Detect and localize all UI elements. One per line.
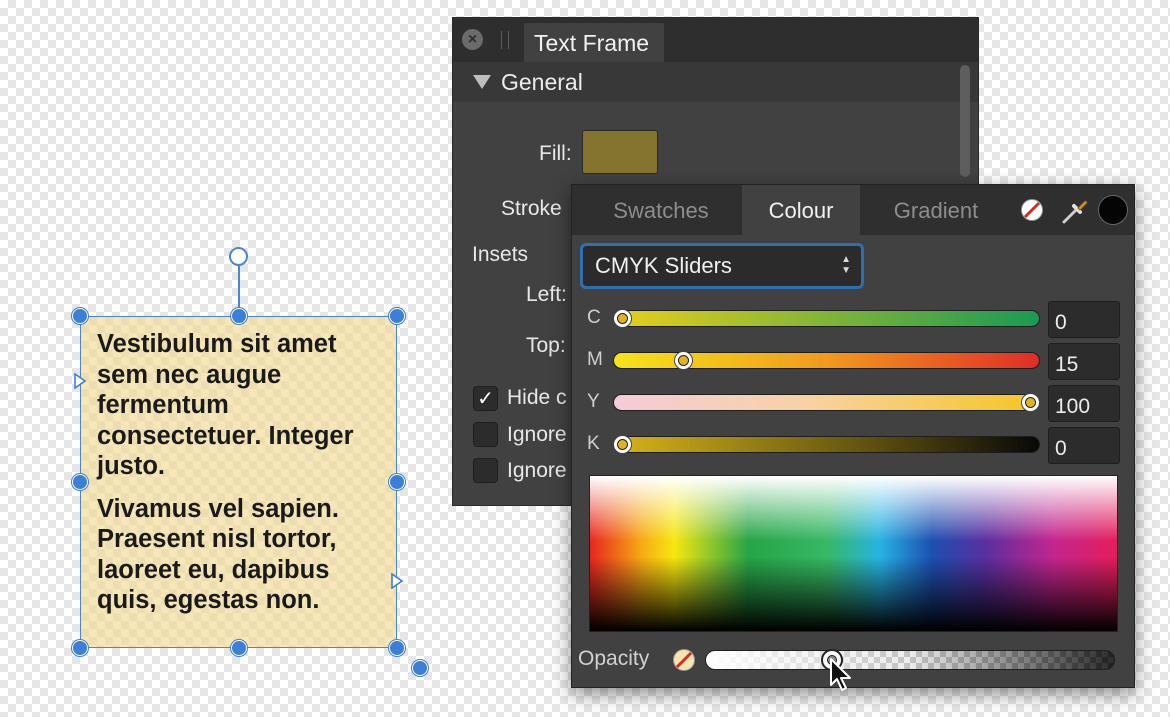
slider-c-track[interactable] <box>613 310 1040 327</box>
slider-m-value[interactable]: 15 <box>1048 343 1120 380</box>
panel-titlebar: × Text Frame <box>453 18 978 62</box>
slider-c-thumb[interactable] <box>613 309 632 328</box>
tab-swatches[interactable]: Swatches <box>586 185 736 235</box>
slider-m-letter: M <box>587 349 603 370</box>
colour-popover-tabs: Swatches Colour Gradient <box>572 185 1134 235</box>
selection-handle-top-left[interactable] <box>72 308 88 324</box>
mouse-pointer-icon <box>829 657 855 693</box>
opacity-no-fill-icon[interactable] <box>672 648 696 672</box>
selection-handle-middle-left[interactable] <box>72 474 88 490</box>
colour-spectrum-picker[interactable] <box>589 475 1118 632</box>
slider-y-value[interactable]: 100 <box>1048 385 1120 422</box>
slider-y-track[interactable] <box>613 394 1040 411</box>
scrollbar-thumb[interactable] <box>960 65 970 177</box>
hide-checkbox-label: Hide c <box>507 386 567 409</box>
fill-label: Fill: <box>539 142 572 165</box>
stroke-label: Stroke <box>501 197 562 220</box>
current-colour-swatch[interactable] <box>1098 195 1128 225</box>
section-general[interactable]: General <box>453 62 978 102</box>
eyedropper-icon[interactable] <box>1060 194 1090 226</box>
slider-c-value[interactable]: 0 <box>1048 301 1120 338</box>
colour-mode-value: CMYK Sliders <box>595 253 732 278</box>
tab-gradient[interactable]: Gradient <box>866 185 1006 235</box>
tab-text-frame[interactable]: Text Frame <box>524 23 664 62</box>
ignore-checkbox-2[interactable] <box>473 458 498 483</box>
selection-handle-bottom-center[interactable] <box>231 640 247 656</box>
panel-scrollbar[interactable] <box>957 62 973 187</box>
inset-left-label: Left: <box>526 283 567 306</box>
colour-popover: Swatches Colour Gradient CMYK Sliders ▲ ▼… <box>571 184 1135 691</box>
selection-handle-bottom-left[interactable] <box>72 640 88 656</box>
slider-k-letter: K <box>587 433 600 454</box>
selection-handle-top-center[interactable] <box>231 308 247 324</box>
disclosure-triangle-icon <box>473 75 491 89</box>
text-frame[interactable]: Vestibulum sit amet sem nec augue fermen… <box>80 316 397 648</box>
select-arrows-icon: ▲ ▼ <box>841 254 851 276</box>
close-icon[interactable]: × <box>462 29 483 50</box>
selection-handle-move[interactable] <box>412 660 428 676</box>
hide-checkbox[interactable]: ✓ <box>473 386 498 411</box>
ignore-checkbox-1-label: Ignore <box>507 423 567 446</box>
ignore-checkbox-1[interactable] <box>473 422 498 447</box>
selection-handle-middle-right[interactable] <box>389 474 405 490</box>
slider-k-track[interactable] <box>613 436 1040 453</box>
slider-c-letter: C <box>587 307 601 328</box>
opacity-slider-track[interactable] <box>705 650 1115 670</box>
fill-swatch[interactable] <box>582 130 658 174</box>
selection-handle-top-right[interactable] <box>389 308 405 324</box>
no-fill-icon[interactable] <box>1020 198 1044 222</box>
tab-colour[interactable]: Colour <box>742 185 860 235</box>
slider-k-thumb[interactable] <box>613 435 632 454</box>
ignore-checkbox-2-label: Ignore <box>507 459 567 482</box>
frame-paragraph-1: Vestibulum sit amet sem nec augue fermen… <box>97 330 354 480</box>
inset-top-label: Top: <box>526 334 566 357</box>
slider-y-letter: Y <box>587 391 600 412</box>
selection-handle-bottom-right[interactable] <box>389 640 405 656</box>
opacity-label: Opacity <box>578 647 650 670</box>
slider-k-value[interactable]: 0 <box>1048 427 1120 464</box>
frame-text[interactable]: Vestibulum sit amet sem nec augue fermen… <box>97 329 386 628</box>
slider-y-thumb[interactable] <box>1021 393 1040 412</box>
rotation-handle[interactable] <box>229 247 248 266</box>
colour-mode-select[interactable]: CMYK Sliders ▲ ▼ <box>580 243 864 289</box>
insets-label: Insets <box>472 243 529 266</box>
section-general-label: General <box>501 69 583 95</box>
grip-icon[interactable] <box>501 31 509 49</box>
frame-paragraph-2: Vivamus vel sapien. Praesent nisl tortor… <box>97 494 339 615</box>
